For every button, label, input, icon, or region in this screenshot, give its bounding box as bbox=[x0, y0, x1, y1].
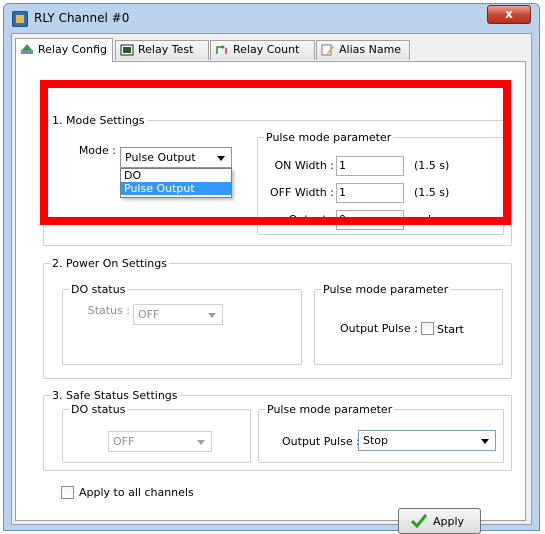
on-width-input[interactable]: 1 bbox=[336, 156, 404, 176]
relay-config-icon bbox=[21, 44, 33, 54]
apply-button-label: Apply bbox=[433, 515, 465, 528]
chevron-down-icon bbox=[481, 439, 489, 444]
on-width-label: ON Width : bbox=[274, 159, 334, 172]
safe-status-settings-legend: 3. Safe Status Settings bbox=[52, 389, 178, 402]
checkmark-icon bbox=[411, 514, 427, 528]
mode-option-do[interactable]: DO bbox=[121, 169, 231, 182]
mode-dropdown-list: DO Pulse Output bbox=[120, 168, 232, 198]
apply-all-checkbox[interactable] bbox=[61, 486, 74, 499]
power-on-settings-legend: 2. Power On Settings bbox=[52, 257, 167, 270]
off-width-unit: (1.5 s) bbox=[414, 186, 450, 199]
apply-button[interactable]: Apply bbox=[398, 508, 481, 534]
output-label: Output : bbox=[288, 213, 334, 226]
chevron-down-icon bbox=[217, 156, 225, 161]
tab-relay-config[interactable]: Relay Config bbox=[15, 38, 113, 62]
safe-output-pulse-select[interactable]: Stop bbox=[358, 430, 496, 451]
relay-test-icon bbox=[120, 44, 134, 56]
power-on-start-checkbox[interactable] bbox=[421, 322, 434, 335]
off-width-input[interactable]: 1 bbox=[336, 183, 404, 203]
mode-option-pulse-output[interactable]: Pulse Output bbox=[121, 182, 231, 195]
app-icon bbox=[12, 11, 28, 27]
apply-all-label: Apply to all channels bbox=[79, 486, 194, 499]
safe-status-select: OFF bbox=[108, 431, 212, 452]
tab-label: Alias Name bbox=[339, 43, 402, 56]
safe-output-pulse-value: Stop bbox=[363, 434, 389, 447]
mode-settings-legend: 1. Mode Settings bbox=[52, 114, 145, 127]
tab-relay-test[interactable]: Relay Test bbox=[115, 40, 209, 60]
tab-label: Relay Count bbox=[233, 43, 300, 56]
tab-strip: Relay Config Relay Test Relay Count Alia… bbox=[15, 38, 525, 62]
mode-pulse-param-legend: Pulse mode parameter bbox=[266, 131, 392, 144]
power-on-status-select: OFF bbox=[133, 304, 223, 325]
dialog-window: RLY Channel #0 x Relay Config Relay Test bbox=[3, 3, 540, 534]
power-on-status-value: OFF bbox=[138, 308, 160, 321]
tab-alias-name[interactable]: Alias Name bbox=[316, 40, 410, 60]
mode-select-value: Pulse Output bbox=[125, 151, 196, 164]
chevron-down-icon bbox=[197, 440, 205, 445]
output-input[interactable]: 0 bbox=[336, 210, 404, 230]
mode-label: Mode : bbox=[78, 144, 116, 157]
on-width-unit: (1.5 s) bbox=[414, 159, 450, 172]
title-bar[interactable]: RLY Channel #0 x bbox=[4, 4, 539, 32]
mode-select[interactable]: Pulse Output bbox=[120, 147, 232, 168]
power-on-start-label: Start bbox=[437, 323, 464, 336]
off-width-label: OFF Width : bbox=[270, 186, 334, 199]
tab-relay-count[interactable]: Relay Count bbox=[210, 40, 315, 60]
alias-name-icon bbox=[321, 44, 334, 56]
close-button[interactable]: x bbox=[487, 5, 531, 24]
safe-pulse-param-legend: Pulse mode parameter bbox=[267, 403, 393, 416]
dialog-client-area: Relay Config Relay Test Relay Count Alia… bbox=[11, 33, 532, 534]
power-on-output-pulse-label: Output Pulse : bbox=[340, 322, 418, 335]
relay-count-icon bbox=[216, 45, 227, 54]
power-on-pulse-param-legend: Pulse mode parameter bbox=[323, 283, 449, 296]
power-on-status-label: Status : bbox=[87, 304, 130, 317]
relay-config-page: 1. Mode Settings Mode : Pulse Output DO … bbox=[15, 61, 526, 534]
safe-do-status-legend: DO status bbox=[71, 403, 126, 416]
safe-status-value: OFF bbox=[113, 435, 135, 448]
power-on-do-status-legend: DO status bbox=[71, 283, 126, 296]
safe-output-pulse-label: Output Pulse : bbox=[282, 435, 360, 448]
tab-label: Relay Test bbox=[138, 43, 194, 56]
window-title: RLY Channel #0 bbox=[34, 11, 130, 25]
output-unit: pulses bbox=[414, 213, 450, 226]
chevron-down-icon bbox=[208, 313, 216, 318]
tab-label: Relay Config bbox=[38, 43, 108, 56]
